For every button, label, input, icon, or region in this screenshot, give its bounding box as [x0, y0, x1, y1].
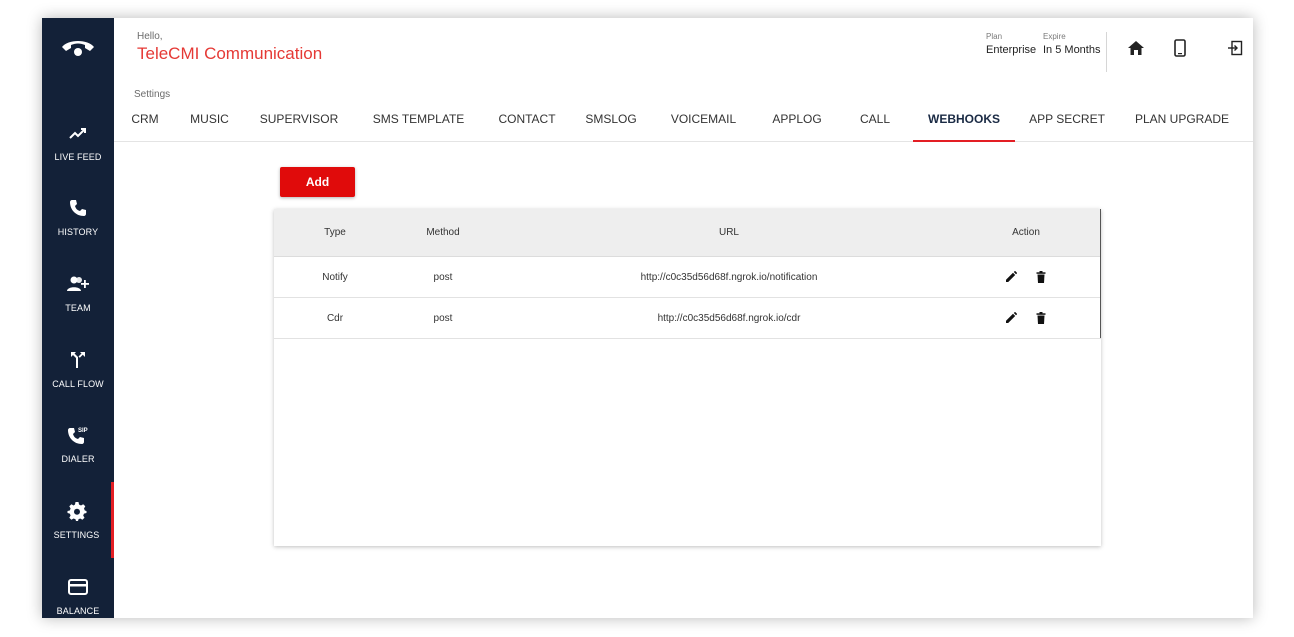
- logout-icon[interactable]: [1225, 38, 1245, 58]
- cell-method: post: [433, 312, 453, 324]
- tab-webhooks[interactable]: WEBHOOKS: [913, 102, 1015, 142]
- settings-tabs: CRM MUSIC SUPERVISOR SMS TEMPLATE CONTAC…: [114, 102, 1253, 142]
- edit-icon[interactable]: [1003, 269, 1019, 285]
- app-window: LIVE FEED HISTORY TEAM CALL FLOW SIP DIA…: [42, 18, 1253, 618]
- call-split-icon: [67, 349, 89, 371]
- company-name: TeleCMI Communication: [137, 44, 323, 63]
- trend-icon: [67, 122, 89, 144]
- sidebar-item-team[interactable]: TEAM: [42, 255, 114, 331]
- tab-smslog[interactable]: SMSLOG: [572, 102, 650, 140]
- plan-info: Plan Expire Enterprise In 5 Months: [986, 32, 1107, 72]
- table-row: Notify post http://c0c35d56d68f.ngrok.io…: [274, 257, 1101, 298]
- team-add-icon: [67, 273, 89, 295]
- column-header-action: Action: [1012, 227, 1040, 238]
- delete-icon[interactable]: [1033, 269, 1049, 285]
- cell-url: http://c0c35d56d68f.ngrok.io/cdr: [657, 312, 801, 324]
- tab-plan-upgrade[interactable]: PLAN UPGRADE: [1119, 102, 1245, 140]
- cell-actions: [968, 257, 1084, 297]
- column-header-method: Method: [426, 227, 460, 238]
- sidebar-item-live-feed[interactable]: LIVE FEED: [42, 104, 114, 180]
- tab-call[interactable]: CALL: [837, 102, 913, 140]
- phone-logo-icon[interactable]: [42, 18, 114, 78]
- sip-phone-icon: SIP: [67, 424, 89, 446]
- sidebar-item-label: LIVE FEED: [54, 152, 102, 162]
- sidebar-item-balance[interactable]: BALANCE: [42, 558, 114, 618]
- sidebar-item-dialer[interactable]: SIP DIALER: [42, 406, 114, 482]
- sidebar-item-settings[interactable]: SETTINGS: [42, 482, 114, 558]
- svg-text:SIP: SIP: [78, 428, 88, 434]
- cell-actions: [968, 298, 1084, 338]
- sidebar-item-call-flow[interactable]: CALL FLOW: [42, 331, 114, 407]
- tab-voicemail[interactable]: VOICEMAIL: [650, 102, 757, 140]
- sidebar: LIVE FEED HISTORY TEAM CALL FLOW SIP DIA…: [42, 18, 114, 618]
- plan-value: Enterprise: [986, 44, 1037, 56]
- cell-method: post: [433, 271, 453, 283]
- tab-crm[interactable]: CRM: [114, 102, 176, 140]
- delete-icon[interactable]: [1033, 310, 1049, 326]
- cell-type: Notify: [322, 271, 348, 283]
- column-header-url: URL: [718, 227, 739, 238]
- mobile-icon[interactable]: [1170, 38, 1190, 58]
- tab-contact[interactable]: CONTACT: [482, 102, 572, 140]
- edit-icon[interactable]: [1003, 310, 1019, 326]
- greeting: Hello,: [137, 31, 163, 42]
- tab-applog[interactable]: APPLOG: [757, 102, 837, 140]
- sidebar-item-label: DIALER: [61, 454, 95, 464]
- sidebar-item-label: CALL FLOW: [52, 379, 104, 389]
- card-icon: [67, 576, 89, 598]
- table-row: Cdr post http://c0c35d56d68f.ngrok.io/cd…: [274, 298, 1101, 339]
- cell-type: Cdr: [326, 312, 344, 324]
- table-header: Type Method URL Action: [274, 209, 1101, 257]
- home-icon[interactable]: [1126, 38, 1146, 58]
- expire-label: Expire: [1043, 32, 1066, 41]
- phone-icon: [67, 197, 89, 219]
- sidebar-item-history[interactable]: HISTORY: [42, 179, 114, 255]
- sidebar-item-label: HISTORY: [57, 227, 99, 237]
- add-webhook-button[interactable]: Add: [280, 167, 355, 197]
- tab-music[interactable]: MUSIC: [176, 102, 243, 140]
- cell-url: http://c0c35d56d68f.ngrok.io/notificatio…: [640, 271, 818, 283]
- webhooks-table: Type Method URL Action Notify post http:…: [274, 209, 1101, 546]
- sidebar-item-label: TEAM: [65, 303, 91, 313]
- tab-app-secret[interactable]: APP SECRET: [1015, 102, 1119, 140]
- tab-supervisor[interactable]: SUPERVISOR: [243, 102, 355, 140]
- settings-breadcrumb: Settings: [134, 89, 171, 100]
- tab-sms-template[interactable]: SMS TEMPLATE: [355, 102, 482, 140]
- sidebar-item-label: BALANCE: [56, 606, 100, 616]
- column-header-type: Type: [324, 227, 346, 238]
- gear-icon: [66, 500, 88, 522]
- expire-value: In 5 Months: [1043, 44, 1101, 56]
- table-scrollbar[interactable]: [1100, 209, 1101, 338]
- sidebar-item-label: SETTINGS: [53, 530, 100, 540]
- plan-label: Plan: [986, 32, 1003, 41]
